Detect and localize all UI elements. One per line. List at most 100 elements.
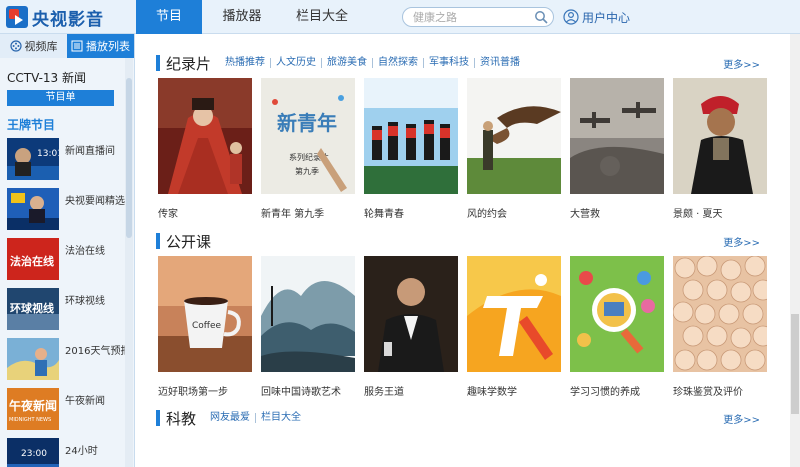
video-thumbnail bbox=[673, 78, 767, 194]
thumb-text: 午夜新闻 bbox=[9, 398, 57, 413]
title-bar: 央视影音 节目 播放器 栏目大全 用户中心 bbox=[0, 0, 800, 34]
list-item-label: 环球视线 bbox=[65, 296, 105, 307]
list-item[interactable]: 环球视线 环球视线 bbox=[7, 288, 125, 338]
video-title: 风的约会 bbox=[467, 209, 507, 220]
thumb-text-en: MIDNIGHT NEWS bbox=[9, 417, 51, 423]
sidebar: 视频库 播放列表 CCTV-13 新闻 节目单 王牌节目 13:01 新闻直播间 bbox=[0, 34, 135, 467]
search-icon[interactable] bbox=[534, 10, 548, 24]
film-icon bbox=[9, 40, 22, 52]
list-item[interactable]: 2016天气预报 bbox=[7, 338, 125, 388]
video-title: 回味中国诗歌艺术 bbox=[261, 387, 341, 398]
section-link[interactable]: 人文历史 bbox=[270, 58, 321, 68]
section-links: 网友最爱 栏目大全 bbox=[210, 413, 306, 423]
content-scroll-thumb[interactable] bbox=[791, 314, 799, 414]
section-link[interactable]: 军事科技 bbox=[423, 58, 474, 68]
content-area: 纪录片 热播推荐 人文历史 旅游美食 自然探索 军事科技 资讯普播 更多>> 传… bbox=[136, 34, 790, 467]
user-center-label: 用户中心 bbox=[582, 10, 631, 25]
video-title: 迈好职场第一步 bbox=[158, 387, 228, 398]
tab-playlist[interactable]: 播放列表 bbox=[67, 34, 134, 58]
video-card[interactable]: 大营救 bbox=[570, 78, 664, 220]
poster-season: 第九季 bbox=[295, 166, 319, 176]
video-thumbnail bbox=[158, 78, 252, 194]
video-thumbnail bbox=[672, 255, 774, 372]
section-links: 热播推荐 人文历史 旅游美食 自然探索 军事科技 资讯普播 bbox=[225, 58, 525, 68]
program-thumbnail: 法治在线 bbox=[7, 238, 59, 280]
app-logo: 央视影音 bbox=[6, 5, 104, 30]
list-item-label: 2016天气预报 bbox=[65, 346, 125, 357]
thumb-text: 法治在线 bbox=[10, 254, 54, 268]
video-title: 趣味学数学 bbox=[467, 387, 517, 398]
video-title: 珍珠鉴赏及评价 bbox=[673, 387, 743, 398]
video-title: 服务王道 bbox=[364, 387, 404, 398]
list-item[interactable]: 13:01 新闻直播间 bbox=[7, 138, 125, 188]
more-link[interactable]: 更多>> bbox=[723, 56, 760, 71]
sidebar-scrollbar[interactable] bbox=[125, 58, 133, 467]
section-link[interactable]: 栏目大全 bbox=[255, 413, 306, 423]
main-tabs: 节目 播放器 栏目大全 bbox=[136, 0, 362, 34]
video-thumbnail: 新青年 系列纪录片 第九季 bbox=[261, 78, 355, 194]
more-link[interactable]: 更多>> bbox=[723, 411, 760, 426]
list-item-label: 新闻直播间 bbox=[65, 146, 115, 157]
video-card[interactable]: 服务王道 bbox=[364, 256, 458, 398]
featured-heading: 王牌节目 bbox=[7, 118, 56, 132]
list-item[interactable]: 央视要闻精选 bbox=[7, 188, 125, 238]
video-title: 大营救 bbox=[570, 209, 600, 220]
sidebar-tabs: 视频库 播放列表 bbox=[0, 34, 134, 58]
section-link[interactable]: 热播推荐 bbox=[225, 58, 270, 68]
video-thumbnail bbox=[570, 256, 664, 372]
more-link[interactable]: 更多>> bbox=[723, 234, 760, 249]
thumb-text: 环球视线 bbox=[10, 301, 54, 315]
program-guide-button[interactable]: 节目单 bbox=[7, 90, 114, 106]
list-item[interactable]: 午夜新闻 MIDNIGHT NEWS 午夜新闻 bbox=[7, 388, 125, 438]
video-title: 轮舞青春 bbox=[364, 209, 404, 220]
video-card[interactable]: 景颇 · 夏天 bbox=[673, 78, 767, 220]
video-card[interactable]: 珍珠鉴赏及评价 bbox=[672, 255, 774, 398]
logo-icon bbox=[6, 6, 28, 28]
section-title: 公开课 bbox=[166, 232, 212, 251]
tab-video-library-label: 视频库 bbox=[24, 40, 58, 53]
current-channel: CCTV-13 新闻 bbox=[7, 71, 87, 85]
tab-programs[interactable]: 节目 bbox=[136, 0, 202, 34]
documentary-row: 传家 新青年 系列纪录片 第九季 新青年 第九季 轮舞青春 风的约会 大营救 景… bbox=[158, 78, 768, 234]
search-box bbox=[402, 7, 554, 27]
video-card[interactable]: 风的约会 bbox=[467, 78, 561, 220]
list-item[interactable]: 法治在线 法治在线 bbox=[7, 238, 125, 288]
content-scrollbar[interactable] bbox=[790, 34, 800, 467]
program-thumbnail bbox=[7, 188, 59, 230]
video-card[interactable]: Coffee 迈好职场第一步 bbox=[158, 256, 252, 398]
video-card[interactable]: 回味中国诗歌艺术 bbox=[261, 256, 355, 398]
video-thumbnail bbox=[570, 78, 664, 194]
sidebar-scroll-thumb[interactable] bbox=[126, 78, 132, 238]
video-card[interactable]: 学习习惯的养成 bbox=[570, 256, 664, 398]
tab-video-library[interactable]: 视频库 bbox=[0, 34, 67, 58]
search-input[interactable] bbox=[413, 10, 531, 25]
program-thumbnail: 环球视线 bbox=[7, 288, 59, 330]
section-link[interactable]: 自然探索 bbox=[372, 58, 423, 68]
list-item-label: 午夜新闻 bbox=[65, 396, 105, 407]
program-thumbnail bbox=[7, 338, 59, 380]
section-course-header: 公开课 更多>> bbox=[156, 231, 760, 251]
tab-columns[interactable]: 栏目大全 bbox=[282, 0, 362, 34]
section-link[interactable]: 网友最爱 bbox=[210, 413, 255, 423]
featured-list: 13:01 新闻直播间 央视要闻精选 法治在线 法治在线 环球视线 环球 bbox=[7, 138, 125, 467]
video-card[interactable]: 轮舞青春 bbox=[364, 78, 458, 220]
program-thumbnail: 13:01 bbox=[7, 138, 59, 180]
thumb-clock-text: 13:01 bbox=[37, 149, 59, 159]
list-icon bbox=[71, 40, 83, 52]
list-item-label: 法治在线 bbox=[65, 246, 105, 257]
section-link[interactable]: 资讯普播 bbox=[474, 58, 525, 68]
list-item[interactable]: 23:00 24小时 bbox=[7, 438, 125, 467]
video-title: 景颇 · 夏天 bbox=[673, 209, 723, 220]
video-thumbnail bbox=[467, 256, 561, 372]
poster-title: 新青年 bbox=[277, 111, 337, 135]
tab-player[interactable]: 播放器 bbox=[202, 0, 282, 34]
video-card[interactable]: 新青年 系列纪录片 第九季 新青年 第九季 bbox=[261, 78, 355, 220]
section-link[interactable]: 旅游美食 bbox=[321, 58, 372, 68]
video-thumbnail bbox=[364, 256, 458, 372]
section-marker bbox=[156, 55, 160, 71]
section-title: 科教 bbox=[166, 409, 197, 428]
user-center-link[interactable]: 用户中心 bbox=[563, 8, 630, 26]
thumb-clock-text: 23:00 bbox=[21, 449, 47, 459]
video-card[interactable]: 趣味学数学 bbox=[467, 256, 561, 398]
video-card[interactable]: 传家 bbox=[158, 78, 252, 220]
